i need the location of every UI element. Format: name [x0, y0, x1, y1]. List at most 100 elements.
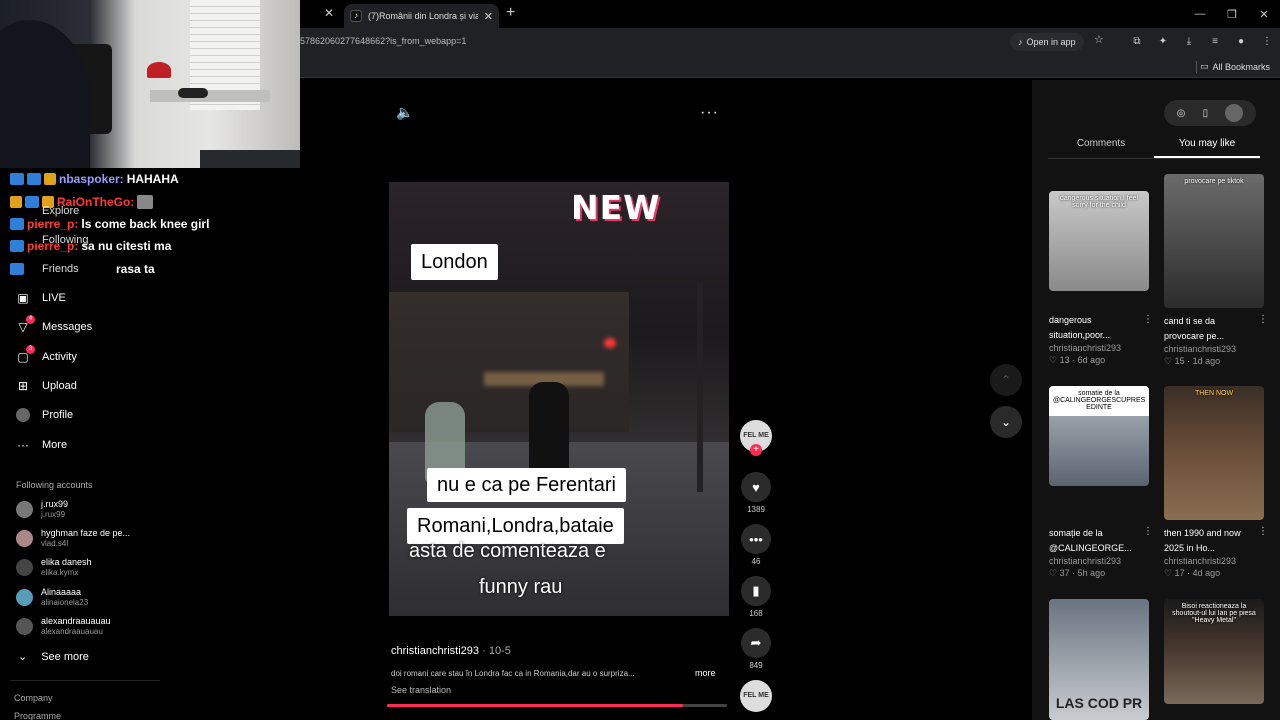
- url-field[interactable]: 57862060277648662?is_from_webapp=1: [300, 36, 466, 46]
- account-name: alexandraauauau: [41, 616, 111, 626]
- nav-messages[interactable]: ▽ 4 Messages: [16, 315, 92, 334]
- video-stats-text: 37 · 5h ago: [1059, 568, 1106, 578]
- compass-icon[interactable]: ◎: [1177, 108, 1186, 119]
- bookmark-star-icon[interactable]: ☆: [1094, 33, 1104, 46]
- following-account[interactable]: j.rux99 j.rux99: [16, 499, 68, 520]
- music-disc[interactable]: FEL ME: [740, 680, 772, 712]
- nav-more[interactable]: ··· More: [16, 438, 67, 452]
- webcam-shelf: [150, 90, 270, 102]
- account-username: vlad.s4l: [41, 539, 69, 548]
- webcam-desk: [200, 150, 300, 168]
- save-button[interactable]: ▮ 168: [740, 576, 772, 618]
- nav-upload[interactable]: ⊞ Upload: [16, 379, 77, 393]
- following-account[interactable]: Alinaaaaa alinaionela23: [16, 587, 88, 608]
- video-author: christianchristi293: [1049, 556, 1122, 566]
- more-options-icon[interactable]: ···: [700, 104, 719, 122]
- video-thumbnail[interactable]: LAS COD PR: [1049, 599, 1149, 720]
- comment-button[interactable]: ••• 46: [740, 524, 772, 566]
- tab-comments[interactable]: Comments: [1048, 135, 1154, 158]
- extension-icon[interactable]: ⧉: [1130, 33, 1144, 49]
- video-thumbnail[interactable]: dangerous situation,I feel sorry for the…: [1049, 191, 1149, 291]
- previous-video-button[interactable]: ⌃: [990, 364, 1022, 396]
- puzzle-icon[interactable]: ✦: [1156, 33, 1170, 49]
- all-bookmarks-button[interactable]: ▭ All Bookmarks: [1200, 61, 1270, 72]
- close-tab-icon[interactable]: ✕: [484, 10, 493, 23]
- video-thumbnail[interactable]: somatie de la @CALINGEORGESCUPRES EDINTE: [1049, 386, 1149, 486]
- recommended-video-card[interactable]: dangerous situation,I feel sorry for the…: [1049, 174, 1153, 366]
- heart-icon: ♥: [741, 472, 771, 502]
- tiktok-favicon-icon: ♪: [350, 10, 362, 22]
- messages-icon: ▽ 4: [16, 315, 35, 334]
- more-options-icon[interactable]: ⋮: [1258, 526, 1268, 537]
- footer-programme-link[interactable]: Programme: [14, 711, 61, 720]
- see-translation-link[interactable]: See translation: [391, 685, 451, 695]
- open-in-app-button[interactable]: ♪ Open in app: [1010, 33, 1084, 51]
- account-avatar: [16, 530, 33, 547]
- account-username: elika.kymx: [41, 568, 79, 577]
- tab-you-may-like[interactable]: You may like: [1154, 135, 1260, 158]
- recommended-video-card[interactable]: somatie de la @CALINGEORGESCUPRES EDINTE…: [1049, 386, 1153, 579]
- more-options-icon[interactable]: ⋮: [1143, 314, 1153, 325]
- nav-explore[interactable]: Explore: [42, 205, 79, 217]
- video-author[interactable]: christianchristi293 · 10-5: [391, 645, 511, 657]
- activity-badge: 3: [26, 345, 35, 354]
- video-thumbnail[interactable]: Bisoi reactioneaza la shoutout-ul lui Ia…: [1164, 599, 1264, 704]
- close-window-icon[interactable]: ✕: [1248, 0, 1280, 28]
- share-icon: ➦: [741, 628, 771, 658]
- video-thumbnail[interactable]: provocare pe tiktok: [1164, 174, 1264, 308]
- download-icon[interactable]: ⤓: [1182, 33, 1196, 49]
- nav-live[interactable]: ▣ LIVE: [16, 291, 66, 305]
- account-name: elika danesh: [41, 557, 92, 567]
- like-button[interactable]: ♥ 1389: [740, 472, 772, 514]
- video-overlay-caption: asta de comenteaza e: [409, 540, 606, 562]
- next-video-button[interactable]: ⌄: [990, 406, 1022, 438]
- more-options-icon[interactable]: ⋮: [1258, 314, 1268, 325]
- new-tab-icon[interactable]: +: [506, 4, 515, 22]
- video-progress-bar[interactable]: [387, 704, 727, 707]
- chat-badge-icon: [10, 196, 22, 208]
- recommended-video-card[interactable]: Bisoi reactioneaza la shoutout-ul lui Ia…: [1164, 599, 1264, 704]
- follow-plus-icon[interactable]: +: [750, 444, 762, 456]
- video-player[interactable]: NEW London nu e ca pe Ferentari Romani,L…: [389, 182, 729, 616]
- more-options-icon[interactable]: ⋮: [1143, 526, 1153, 537]
- share-button[interactable]: ➦ 849: [740, 628, 772, 670]
- nav-profile[interactable]: Profile: [16, 408, 73, 422]
- volume-icon[interactable]: 🔈: [396, 104, 413, 121]
- video-traffic-light: [604, 338, 616, 348]
- video-username[interactable]: christianchristi293: [391, 645, 479, 657]
- video-author: christianchristi293: [1164, 556, 1237, 566]
- user-avatar[interactable]: [1225, 104, 1244, 122]
- webcam-person: [0, 20, 90, 168]
- see-more-button[interactable]: ⌄ See more: [18, 650, 89, 664]
- browser-tab[interactable]: ♪ (7)Românii din Londra și viața d ✕: [344, 4, 499, 28]
- close-tab-icon[interactable]: ✕: [324, 6, 334, 20]
- following-accounts-title: Following accounts: [16, 480, 93, 490]
- footer-company-link[interactable]: Company: [14, 693, 53, 703]
- profile-icon[interactable]: ●: [1234, 33, 1248, 49]
- account-username: alexandraauauau: [41, 627, 103, 636]
- video-overlay-new: NEW: [571, 188, 661, 227]
- following-account[interactable]: alexandraauauau alexandraauauau: [16, 616, 111, 637]
- device-icon[interactable]: ▯: [1203, 108, 1209, 119]
- video-stats: ♡ 17 · 4d ago: [1164, 568, 1221, 578]
- chat-message: pierre_p: ls come back knee girl: [10, 217, 209, 231]
- all-bookmarks-label: All Bookmarks: [1212, 61, 1270, 72]
- messages-badge: 4: [26, 315, 35, 324]
- description-more-link[interactable]: more: [695, 668, 716, 678]
- media-icon[interactable]: ≡: [1208, 33, 1222, 49]
- like-count: 1389: [747, 505, 765, 514]
- recommended-video-card[interactable]: LAS COD PR: [1049, 599, 1149, 720]
- creator-avatar[interactable]: FEL ME +: [740, 420, 772, 456]
- following-account[interactable]: elika danesh elika.kymx: [16, 557, 92, 578]
- video-thumbnail[interactable]: THEN NOW: [1164, 386, 1264, 520]
- minimize-icon[interactable]: —: [1184, 0, 1216, 28]
- restore-icon[interactable]: ❐: [1216, 0, 1248, 28]
- recommended-video-card[interactable]: THEN NOW then 1990 and now 2025 in Ho...…: [1164, 386, 1268, 579]
- chat-message: pierre_p: sa nu citesti ma: [10, 239, 171, 253]
- nav-activity[interactable]: ▢ 3 Activity: [16, 345, 77, 364]
- following-account[interactable]: hyghman faze de pe... vlad.s4l: [16, 528, 130, 549]
- menu-icon[interactable]: ⋮: [1260, 33, 1274, 49]
- tiktok-icon: ♪: [1018, 37, 1023, 47]
- video-overlay-caption: funny rau: [479, 576, 563, 598]
- recommended-video-card[interactable]: provocare pe tiktok cand ti se da provoc…: [1164, 174, 1268, 367]
